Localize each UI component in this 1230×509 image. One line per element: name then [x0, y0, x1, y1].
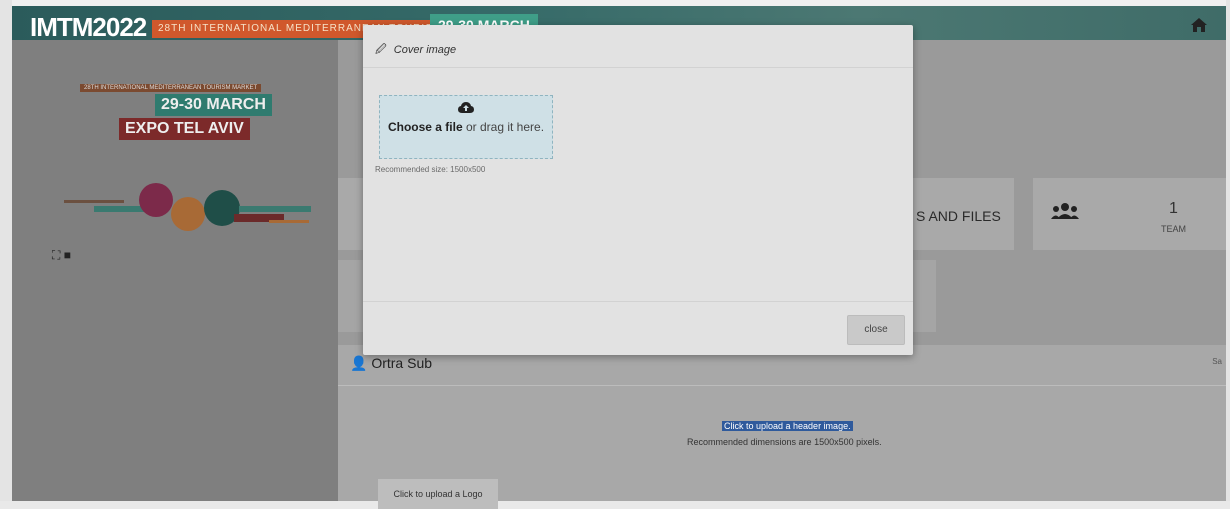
modal-title-text: Cover image	[393, 44, 457, 56]
logo-upload-button[interactable]: Click to upload a Logo	[378, 479, 498, 509]
team-label: TEAM	[1161, 224, 1187, 234]
right-border	[1226, 0, 1230, 501]
company-section: 👤 Ortra Sub Sa Click to upload a header …	[338, 345, 1226, 509]
stat-card-team[interactable]: 1 TEAM	[1033, 178, 1226, 250]
cover-image-modal: 🖉 Cover image Choose a file or drag it h…	[363, 25, 913, 355]
team-icon	[1051, 202, 1079, 225]
file-drop-zone[interactable]: Choose a file or drag it here.	[379, 95, 553, 159]
left-border	[0, 0, 12, 501]
sidebar: 28TH INTERNATIONAL MEDITERRANEAN TOURISM…	[12, 40, 338, 501]
section-divider	[338, 385, 1226, 386]
fullscreen-icon[interactable]: ⛶ ■	[52, 248, 71, 263]
cloud-upload-icon	[380, 102, 552, 117]
sidebar-logo-venue: EXPO TEL AVIV	[119, 118, 250, 140]
stat-card-left	[338, 178, 364, 250]
edit-image-icon: 🖉	[375, 44, 387, 56]
choose-file-link[interactable]: Choose a file	[388, 120, 463, 134]
event-logo-art	[64, 183, 311, 231]
modal-header: 🖉 Cover image	[363, 25, 913, 68]
modal-title: 🖉 Cover image	[375, 41, 456, 60]
team-icon-svg	[1051, 203, 1079, 219]
home-icon[interactable]	[1188, 16, 1210, 38]
drop-text: Choose a file or drag it here.	[380, 119, 552, 136]
drag-text: or drag it here.	[465, 120, 545, 134]
section-right-label: Sa	[1212, 357, 1222, 366]
section-title: 👤 Ortra Sub	[350, 355, 432, 372]
recommended-size: Recommended size: 1500x500	[375, 165, 486, 174]
home-icon-svg	[1191, 18, 1207, 32]
sidebar-logo-strip: 28TH INTERNATIONAL MEDITERRANEAN TOURISM…	[80, 84, 262, 92]
user-icon: 👤	[350, 355, 368, 371]
close-button[interactable]: close	[847, 315, 905, 345]
header-recommendation: Recommended dimensions are 1500x500 pixe…	[687, 437, 882, 447]
stat-card-files[interactable]: S AND FILES	[908, 178, 1014, 250]
sidebar-logo-date: 29-30 MARCH	[155, 94, 272, 116]
team-count: 1	[1169, 200, 1178, 217]
section-title-text: Ortra Sub	[371, 355, 433, 371]
modal-footer-divider	[363, 301, 913, 302]
app-frame: IMTM2022 28TH INTERNATIONAL MEDITERRANEA…	[0, 0, 1230, 509]
cloud-upload-svg	[458, 102, 474, 113]
brand-logo: IMTM2022	[30, 12, 147, 42]
header-upload-link[interactable]: Click to upload a header image.	[722, 421, 853, 431]
stat-files-label: S AND FILES	[916, 208, 1001, 224]
